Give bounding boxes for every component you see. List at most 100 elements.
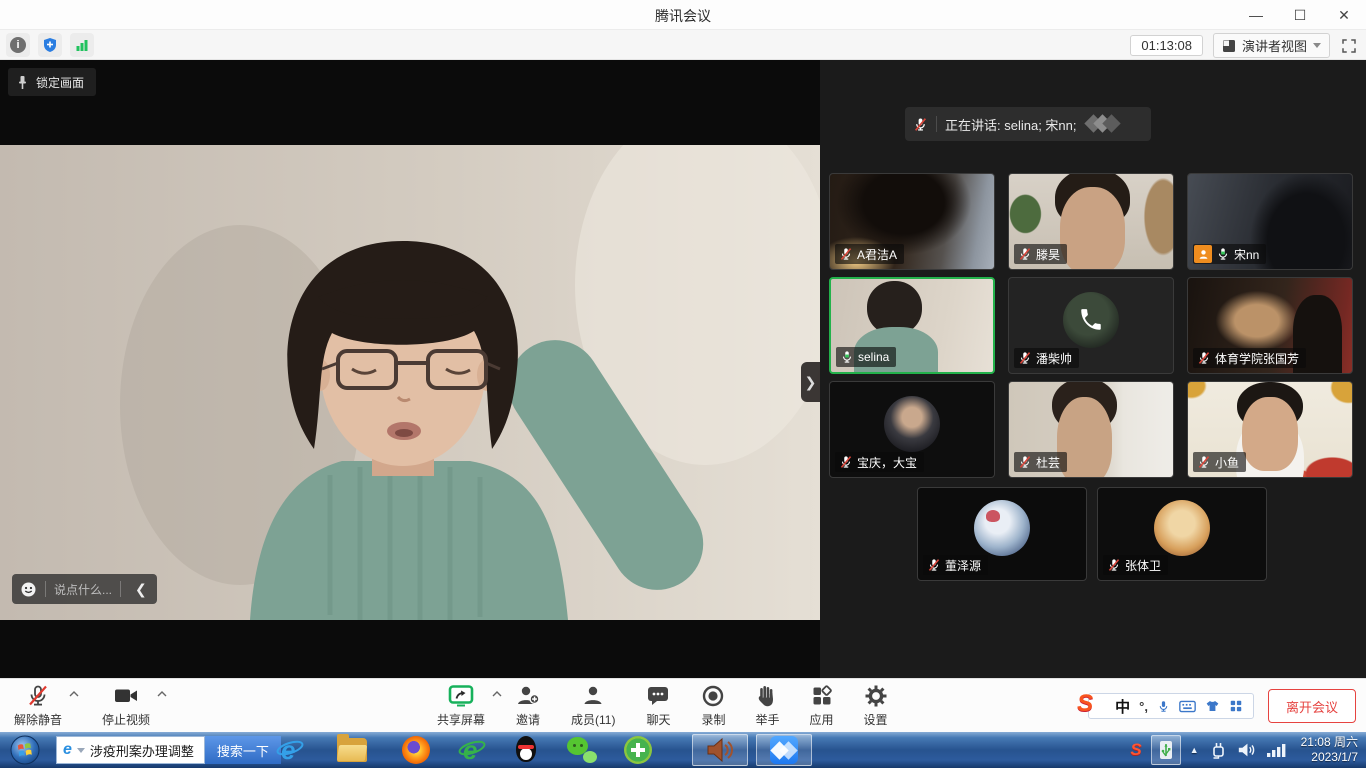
usb-device-tray-icon[interactable]: [1151, 735, 1181, 765]
maximize-button[interactable]: ☐: [1278, 0, 1322, 30]
taskbar-item-360safe[interactable]: [618, 734, 658, 766]
participant-name: 体育学院张国芳: [1215, 350, 1299, 367]
participant-tile[interactable]: 体育学院张国芳: [1187, 277, 1353, 374]
invite-label: 邀请: [516, 711, 540, 728]
mic-muted-icon: [1018, 351, 1032, 365]
start-button[interactable]: [6, 734, 44, 766]
security-button[interactable]: [38, 33, 62, 57]
main-video-stage: 锁定画面 说点什么... ❮ ❯: [0, 60, 820, 678]
ime-punctuation-indicator[interactable]: °,: [1139, 699, 1148, 714]
participant-nametag: 宋nn: [1193, 244, 1266, 264]
members-button[interactable]: 成员(11): [571, 679, 615, 733]
host-badge-icon: [1194, 245, 1212, 263]
taskbar-item-tencent-meeting[interactable]: [756, 734, 812, 766]
apps-button[interactable]: 应用: [810, 679, 834, 733]
leave-meeting-button[interactable]: 离开会议: [1268, 689, 1356, 723]
chevron-up-icon[interactable]: [69, 691, 79, 697]
fullscreen-icon[interactable]: [1340, 37, 1358, 55]
apps-label: 应用: [810, 711, 834, 728]
participant-tile[interactable]: 小鱼: [1187, 381, 1353, 478]
folder-icon: [337, 738, 367, 762]
participant-tile[interactable]: 滕昊: [1008, 173, 1174, 270]
power-plug-icon[interactable]: [1208, 740, 1228, 760]
settings-label: 设置: [864, 711, 888, 728]
usb-icon: [1157, 739, 1175, 761]
participant-tile[interactable]: 张体卫: [1097, 487, 1267, 581]
taskbar-item-volume-mixer[interactable]: [692, 734, 748, 766]
ime-skin-icon[interactable]: [1205, 699, 1220, 713]
participant-tile[interactable]: A君洁A: [829, 173, 995, 270]
chat-button[interactable]: 聊天: [645, 679, 671, 733]
now-speaking-banner: 正在讲话: selina; 宋nn;: [905, 107, 1151, 141]
ime-keyboard-icon[interactable]: [1179, 700, 1196, 713]
participant-name: A君洁A: [857, 246, 897, 263]
participant-nametag: 体育学院张国芳: [1193, 348, 1306, 368]
collapse-panel-handle[interactable]: ❯: [801, 362, 820, 402]
volume-tray-icon[interactable]: [1237, 741, 1257, 759]
close-button[interactable]: ✕: [1322, 0, 1366, 30]
participant-tile-active-speaker[interactable]: selina: [829, 277, 995, 374]
lock-view-button[interactable]: 锁定画面: [8, 68, 96, 96]
info-icon: i: [10, 37, 26, 53]
participant-tile[interactable]: 潘柴帅: [1008, 277, 1174, 374]
chevron-up-icon[interactable]: [157, 691, 167, 697]
mic-muted-icon: [927, 558, 941, 572]
avatar: [1154, 500, 1210, 556]
quick-chat-placeholder[interactable]: 说点什么...: [54, 581, 112, 598]
360-safe-icon: [624, 736, 652, 764]
taskbar-item-ie[interactable]: e: [270, 734, 310, 766]
participant-nametag: 潘柴帅: [1014, 348, 1079, 368]
360-browser-icon: e: [457, 735, 487, 765]
share-screen-button[interactable]: 共享屏幕: [437, 679, 485, 733]
raise-hand-button[interactable]: 举手: [755, 679, 779, 733]
taskbar-item-wechat[interactable]: [560, 734, 604, 766]
view-mode-label: 演讲者视图: [1242, 36, 1307, 55]
invite-button[interactable]: 邀请: [515, 679, 541, 733]
view-mode-dropdown[interactable]: 演讲者视图: [1213, 33, 1330, 58]
mic-muted-icon: [1107, 558, 1121, 572]
search-go-label: 搜索一下: [217, 741, 269, 760]
network-tray-icon[interactable]: [1266, 742, 1288, 758]
chevron-left-icon[interactable]: ❮: [129, 581, 153, 598]
taskbar-item-360browser[interactable]: e: [452, 734, 492, 766]
participant-nametag: 张体卫: [1103, 555, 1168, 575]
sogou-logo-icon[interactable]: S: [1077, 690, 1093, 718]
record-button[interactable]: 录制: [701, 679, 725, 733]
sogou-ime-toolbar[interactable]: S 中 °,: [1088, 693, 1254, 719]
network-quality-button[interactable]: [70, 33, 94, 57]
tencent-meeting-window: 腾讯会议 — ☐ ✕ i: [0, 0, 1366, 768]
taskbar-search-input[interactable]: e 涉疫刑案办理调整: [56, 736, 205, 764]
participant-tile[interactable]: 宋nn: [1187, 173, 1353, 270]
participant-name: 董泽源: [945, 557, 981, 574]
meeting-info-button[interactable]: i: [6, 33, 30, 57]
settings-button[interactable]: 设置: [864, 679, 888, 733]
unmute-button[interactable]: 解除静音: [14, 679, 62, 733]
taskbar-clock[interactable]: 21:08 周六 2023/1/7: [1301, 735, 1358, 765]
windows-start-icon: [10, 735, 40, 765]
sogou-tray-icon[interactable]: S: [1130, 740, 1141, 760]
ime-mode-indicator[interactable]: 中: [1115, 696, 1130, 717]
tencent-meeting-icon: [770, 736, 798, 764]
ime-toolbox-icon[interactable]: [1229, 699, 1243, 713]
ime-mic-icon[interactable]: [1157, 699, 1170, 714]
quick-chat-bar[interactable]: 说点什么... ❮: [12, 574, 157, 604]
taskbar-item-qq[interactable]: [506, 734, 546, 766]
taskbar-item-explorer[interactable]: [332, 734, 372, 766]
taskbar-item-firefox[interactable]: [396, 734, 436, 766]
invite-person-icon: [515, 684, 541, 708]
chevron-up-icon[interactable]: [492, 691, 502, 697]
emoji-icon[interactable]: [20, 581, 37, 598]
participant-tile[interactable]: 董泽源: [917, 487, 1087, 581]
mic-muted-icon: [26, 684, 50, 708]
minimize-button[interactable]: —: [1234, 0, 1278, 30]
chevron-down-icon[interactable]: [77, 748, 85, 753]
participant-tile[interactable]: 杜芸: [1008, 381, 1174, 478]
ie-mini-icon: e: [63, 737, 72, 763]
search-query-text[interactable]: 涉疫刑案办理调整: [90, 741, 194, 760]
stop-video-button[interactable]: 停止视频: [102, 679, 150, 733]
svg-text:e: e: [281, 735, 295, 765]
mic-muted-icon: [839, 455, 853, 469]
clock-time: 21:08 周六: [1301, 735, 1358, 750]
participant-tile[interactable]: 宝庆，大宝: [829, 381, 995, 478]
show-hidden-icons-button[interactable]: ▲: [1190, 745, 1199, 755]
